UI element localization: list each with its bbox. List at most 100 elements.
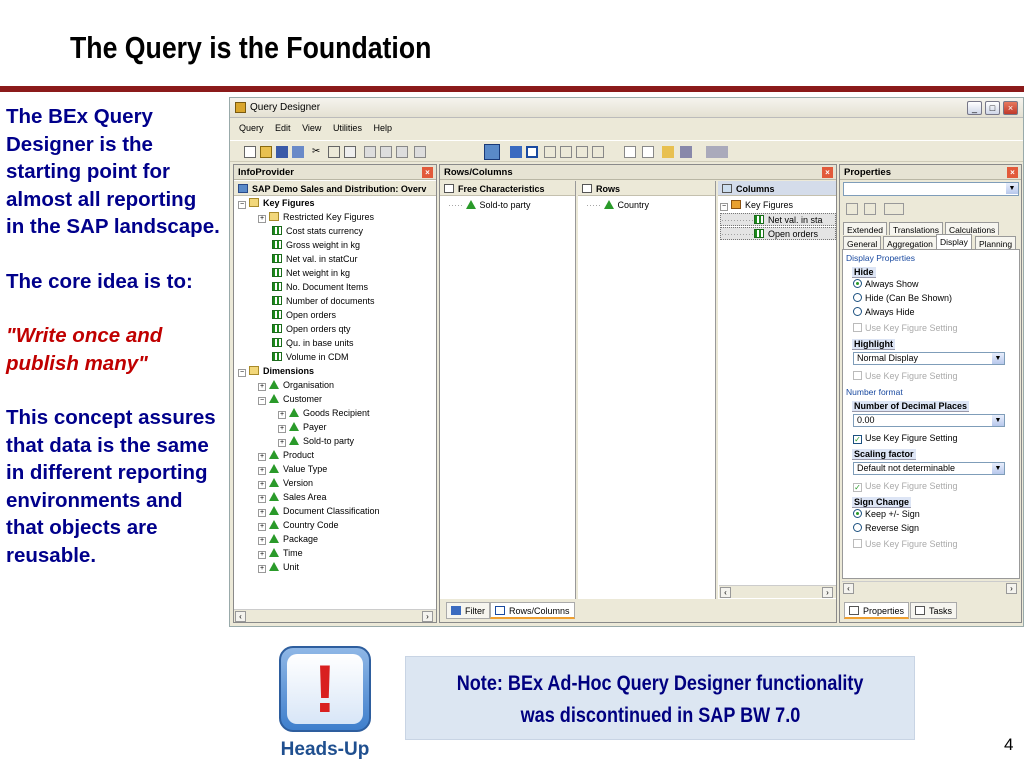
radio-always-show[interactable]: Always Show (853, 279, 919, 289)
close-pane-icon[interactable]: × (1007, 167, 1018, 178)
hide-use-kf-setting-checkbox[interactable]: Use Key Figure Setting (853, 323, 958, 333)
tab-planning[interactable]: Planning (975, 236, 1017, 249)
close-pane-icon[interactable]: × (422, 167, 433, 178)
filter-icon[interactable] (510, 146, 522, 158)
radio-hide-can-be-shown[interactable]: Hide (Can Be Shown) (853, 293, 952, 303)
tree-node-dim[interactable]: + Value Type (258, 463, 327, 476)
radio-always-hide[interactable]: Always Hide (853, 307, 915, 317)
highlight-select[interactable]: Normal Display ▼ (853, 352, 1005, 365)
infoprovider-toggle-icon[interactable] (484, 144, 500, 160)
tree-node-char[interactable]: + Goods Recipient (278, 407, 370, 420)
scroll-right-icon[interactable]: › (422, 611, 433, 622)
tree-node-kf[interactable]: Net val. in statCur (272, 253, 358, 266)
cells-icon[interactable] (544, 146, 556, 158)
tree-node-char[interactable]: + Payer (278, 421, 327, 434)
tree-node-dim[interactable]: + Product (258, 449, 314, 462)
free-char-item[interactable]: ····· Sold-to party (448, 199, 531, 212)
find-icon[interactable] (396, 146, 408, 158)
tasks-pane-icon[interactable] (642, 146, 654, 158)
tree-node-kf[interactable]: + Restricted Key Figures (258, 211, 374, 224)
columns-key-figures-node[interactable]: − Key Figures (720, 199, 793, 212)
new-icon[interactable] (244, 146, 256, 158)
tab-display[interactable]: Display (936, 234, 972, 249)
column-item[interactable]: ··········· Open orders (720, 227, 836, 240)
scaling-factor-select[interactable]: Default not determinable ▼ (853, 462, 1005, 475)
sign-use-kf-setting-checkbox[interactable]: Use Key Figure Setting (853, 539, 958, 549)
tree-node-kf[interactable]: Net weight in kg (272, 267, 350, 280)
tree-node-dim[interactable]: + Country Code (258, 519, 339, 532)
conditions-icon[interactable] (560, 146, 572, 158)
save-all-icon[interactable] (292, 146, 304, 158)
tools-menu-icon[interactable] (706, 146, 728, 158)
scaling-use-kf-setting-checkbox[interactable]: ✓ Use Key Figure Setting (853, 481, 958, 492)
tree-node-dim[interactable]: − Customer (258, 393, 322, 406)
maximize-button[interactable]: □ (985, 101, 1000, 115)
tree-node-dimensions[interactable]: − Dimensions (238, 365, 314, 378)
tree-node-kf[interactable]: Number of documents (272, 295, 375, 308)
tab-rows-columns[interactable]: Rows/Columns (490, 602, 575, 619)
tab-filter[interactable]: Filter (446, 602, 490, 619)
open-icon[interactable] (260, 146, 272, 158)
tools-menu-icon[interactable] (884, 203, 904, 215)
tree-node-kf[interactable]: Open orders qty (272, 323, 351, 336)
tree-node-key-figures[interactable]: − Key Figures (238, 197, 315, 210)
properties-horizontal-scrollbar[interactable]: ‹ › (842, 581, 1020, 594)
scroll-left-icon[interactable]: ‹ (235, 611, 246, 622)
tree-node-dim[interactable]: + Version (258, 477, 313, 490)
close-window-button[interactable]: × (1003, 101, 1018, 115)
tree-node-kf[interactable]: Volume in CDM (272, 351, 349, 364)
scroll-left-icon[interactable]: ‹ (720, 587, 731, 598)
menu-view[interactable]: View (302, 123, 321, 133)
messages-icon[interactable] (592, 146, 604, 158)
multi-select-icon[interactable] (864, 203, 876, 215)
check-icon[interactable] (364, 146, 376, 158)
highlight-use-kf-setting-checkbox[interactable]: Use Key Figure Setting (853, 371, 958, 381)
tab-general[interactable]: General (843, 236, 882, 249)
scroll-right-icon[interactable]: › (822, 587, 833, 598)
tree-node-dim[interactable]: + Document Classification (258, 505, 380, 518)
save-icon[interactable] (276, 146, 288, 158)
tree-node-dim[interactable]: + Time (258, 547, 303, 560)
tab-translations[interactable]: Translations (889, 222, 943, 235)
documents-icon[interactable] (680, 146, 692, 158)
properties-object-select[interactable]: ▼ (843, 182, 1019, 196)
menu-help[interactable]: Help (373, 123, 392, 133)
radio-keep-sign[interactable]: Keep +/- Sign (853, 509, 920, 519)
menu-utilities[interactable]: Utilities (333, 123, 362, 133)
tree-node-kf[interactable]: Qu. in base units (272, 337, 354, 350)
tree-node-kf[interactable]: Gross weight in kg (272, 239, 360, 252)
exceptions-icon[interactable] (576, 146, 588, 158)
tree-node-kf[interactable]: No. Document Items (272, 281, 368, 294)
rows-columns-icon[interactable] (526, 146, 538, 158)
properties-icon[interactable] (414, 146, 426, 158)
scroll-right-icon[interactable]: › (1006, 583, 1017, 594)
where-used-icon[interactable] (662, 146, 674, 158)
tab-properties[interactable]: Properties (844, 602, 910, 619)
tree-node-char[interactable]: + Sold-to party (278, 435, 354, 448)
row-item[interactable]: ····· Country (586, 199, 649, 212)
tab-aggregation[interactable]: Aggregation (883, 236, 937, 249)
radio-reverse-sign[interactable]: Reverse Sign (853, 523, 919, 533)
paste-icon[interactable] (344, 146, 356, 158)
horizontal-scrollbar[interactable]: ‹ › (234, 609, 436, 622)
scroll-left-icon[interactable]: ‹ (843, 583, 854, 594)
properties-pane-icon[interactable] (624, 146, 636, 158)
tree-node-dim[interactable]: + Organisation (258, 379, 334, 392)
decimal-places-select[interactable]: 0.00 ▼ (853, 414, 1005, 427)
columns-horizontal-scrollbar[interactable]: ‹ › (719, 585, 836, 598)
minimize-button[interactable]: _ (967, 101, 982, 115)
tree-node-dim[interactable]: + Package (258, 533, 318, 546)
tab-extended[interactable]: Extended (843, 222, 887, 235)
close-pane-icon[interactable]: × (822, 167, 833, 178)
decimal-use-kf-setting-checkbox[interactable]: ✓ Use Key Figure Setting (853, 433, 958, 444)
tree-node-kf[interactable]: Cost stats currency (272, 225, 363, 238)
tree-node-dim[interactable]: + Unit (258, 561, 299, 574)
infoprovider-root[interactable]: SAP Demo Sales and Distribution: Overv (234, 181, 436, 196)
menu-query[interactable]: Query (239, 123, 264, 133)
technical-name-icon[interactable] (846, 203, 858, 215)
tab-tasks[interactable]: Tasks (910, 602, 958, 619)
tree-node-kf[interactable]: Open orders (272, 309, 336, 322)
copy-icon[interactable] (328, 146, 340, 158)
cut-icon[interactable]: ✂ (312, 146, 324, 158)
column-item[interactable]: ··········· Net val. in sta (720, 213, 836, 226)
